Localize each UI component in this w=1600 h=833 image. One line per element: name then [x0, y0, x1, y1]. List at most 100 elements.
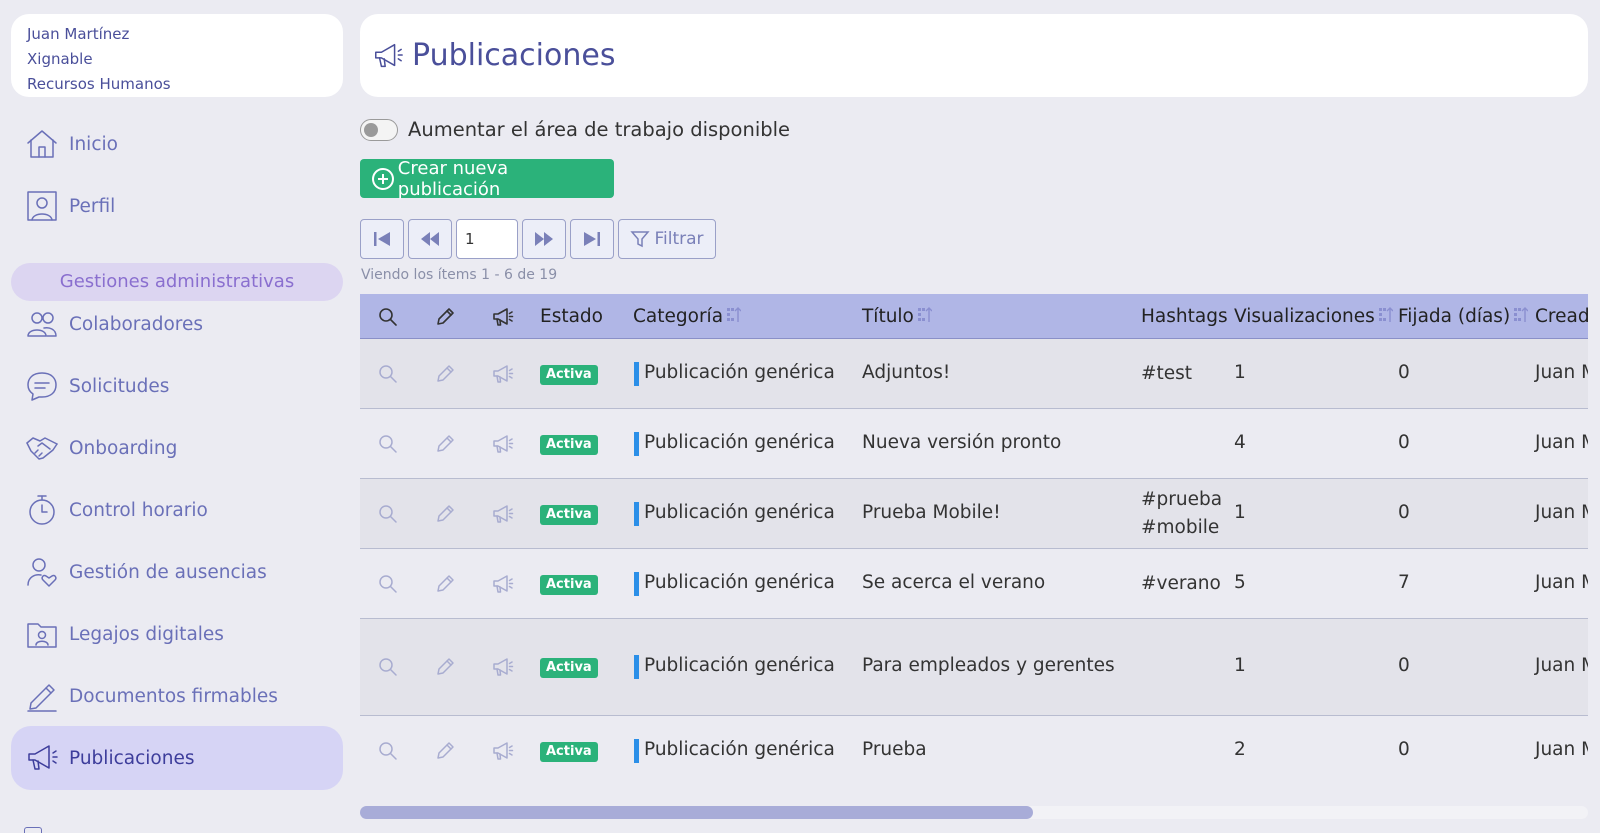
- megaphone-icon: [24, 740, 60, 776]
- cell-titulo: Nueva versión pronto: [862, 432, 1062, 453]
- megaphone-icon[interactable]: [492, 573, 514, 595]
- cell-fijada: 0: [1398, 739, 1410, 760]
- cell-titulo: Se acerca el verano: [862, 572, 1046, 593]
- stopwatch-icon: [24, 492, 60, 528]
- page-header: Publicaciones: [360, 14, 1588, 97]
- table-row[interactable]: Activa Publicación genérica Se acerca el…: [360, 549, 1588, 619]
- cell-creado: Juan M: [1535, 502, 1588, 523]
- view-icon[interactable]: [377, 573, 399, 595]
- cell-creado: Juan M: [1535, 655, 1588, 676]
- column-categoria[interactable]: Categoría: [633, 294, 742, 339]
- profile-icon: [24, 188, 60, 224]
- sidebar-item-label: Legajos digitales: [69, 623, 224, 645]
- table-row[interactable]: Activa Publicación genérica Nueva versió…: [360, 409, 1588, 479]
- folder-user-icon: [24, 616, 60, 652]
- sidebar-item-onboarding[interactable]: Onboarding: [11, 422, 343, 474]
- edit-icon[interactable]: [434, 433, 456, 455]
- next-page-button[interactable]: [522, 219, 566, 259]
- edit-column-icon: [434, 306, 456, 328]
- user-department: Recursos Humanos: [27, 75, 171, 93]
- edit-icon[interactable]: [434, 503, 456, 525]
- cell-creado: Juan M: [1535, 572, 1588, 593]
- filter-button[interactable]: Filtrar: [618, 219, 716, 259]
- sidebar-item-colaboradores[interactable]: Colaboradores: [11, 298, 343, 350]
- sidebar-item-solicitudes[interactable]: Solicitudes: [11, 360, 343, 412]
- sidebar-item-perfil[interactable]: Perfil: [11, 180, 343, 232]
- sidebar-item-gestion-ausencias[interactable]: Gestión de ausencias: [11, 546, 343, 598]
- cell-visualizaciones: 1: [1234, 655, 1246, 676]
- status-badge: Activa: [540, 742, 598, 762]
- edit-icon[interactable]: [434, 656, 456, 678]
- column-creado[interactable]: Cread: [1535, 294, 1588, 339]
- first-page-button[interactable]: [360, 219, 404, 259]
- edit-icon[interactable]: [434, 573, 456, 595]
- table-row[interactable]: Activa Publicación genérica Prueba 2 0 J…: [360, 716, 1588, 786]
- scrollbar-thumb[interactable]: [360, 806, 1033, 819]
- view-icon[interactable]: [377, 363, 399, 385]
- sidebar-item-label: Onboarding: [69, 437, 178, 459]
- column-titulo-label: Título: [862, 306, 914, 327]
- megaphone-icon[interactable]: [492, 740, 514, 762]
- megaphone-icon: [375, 43, 403, 67]
- table-row[interactable]: Activa Publicación genérica Prueba Mobil…: [360, 479, 1588, 549]
- workspace-toggle[interactable]: [360, 118, 398, 141]
- column-estado[interactable]: Estado: [540, 294, 603, 339]
- view-icon[interactable]: [377, 503, 399, 525]
- cell-fijada: 0: [1398, 362, 1410, 383]
- fast-forward-icon: [535, 232, 553, 246]
- handshake-icon: [24, 430, 60, 466]
- edit-icon[interactable]: [434, 363, 456, 385]
- first-page-icon: [374, 232, 390, 246]
- cell-visualizaciones: 4: [1234, 432, 1246, 453]
- view-icon[interactable]: [377, 433, 399, 455]
- megaphone-icon[interactable]: [492, 363, 514, 385]
- category-color-bar: [634, 362, 639, 386]
- page-number-input[interactable]: [456, 219, 518, 259]
- user-heart-icon: [24, 554, 60, 590]
- sidebar-item-documentos[interactable]: Documentos firmables: [11, 670, 343, 722]
- user-card: Juan Martínez Xignable Recursos Humanos: [11, 14, 343, 97]
- column-categoria-label: Categoría: [633, 306, 724, 327]
- view-icon[interactable]: [377, 656, 399, 678]
- status-badge: Activa: [540, 575, 598, 595]
- sidebar-item-control-horario[interactable]: Control horario: [11, 484, 343, 536]
- prev-page-button[interactable]: [408, 219, 452, 259]
- cell-fijada: 0: [1398, 502, 1410, 523]
- view-icon[interactable]: [377, 740, 399, 762]
- sidebar-item-inicio[interactable]: Inicio: [11, 118, 343, 170]
- column-visualizaciones[interactable]: Visualizaciones: [1234, 294, 1393, 339]
- column-titulo[interactable]: Título: [862, 294, 932, 339]
- table-header: Estado Categoría Título Hashtags Visuali…: [360, 294, 1588, 339]
- megaphone-icon[interactable]: [492, 656, 514, 678]
- workspace-toggle-row: Aumentar el área de trabajo disponible: [360, 118, 790, 141]
- edit-icon[interactable]: [434, 740, 456, 762]
- workspace-toggle-label: Aumentar el área de trabajo disponible: [408, 118, 791, 141]
- category-color-bar: [634, 502, 639, 526]
- table-row[interactable]: Activa Publicación genérica Adjuntos! #t…: [360, 339, 1588, 409]
- cell-titulo: Prueba Mobile!: [862, 502, 1001, 523]
- sidebar-next-item-icon: [24, 827, 42, 833]
- megaphone-icon[interactable]: [492, 503, 514, 525]
- column-hashtags[interactable]: Hashtags: [1141, 294, 1228, 339]
- last-page-button[interactable]: [570, 219, 614, 259]
- create-publication-label: Crear nueva publicación: [397, 157, 509, 200]
- create-publication-button[interactable]: Crear nueva publicación: [360, 157, 614, 200]
- sidebar-item-publicaciones[interactable]: Publicaciones: [11, 726, 343, 790]
- horizontal-scrollbar[interactable]: [360, 806, 1588, 819]
- chat-icon: [24, 368, 60, 404]
- sidebar-item-label: Inicio: [69, 133, 118, 155]
- megaphone-icon[interactable]: [492, 433, 514, 455]
- cell-visualizaciones: 5: [1234, 572, 1246, 593]
- column-fijada[interactable]: Fijada (días): [1398, 294, 1529, 339]
- category-color-bar: [634, 572, 639, 596]
- last-page-icon: [584, 232, 600, 246]
- cell-visualizaciones: 1: [1234, 362, 1246, 383]
- cell-hashtags: #test: [1141, 360, 1192, 388]
- sort-icon: [727, 307, 742, 322]
- cell-categoria: Publicación genérica: [644, 572, 835, 593]
- cell-categoria: Publicación genérica: [644, 739, 835, 760]
- sidebar-item-label: Perfil: [69, 195, 116, 217]
- sidebar-item-legajos[interactable]: Legajos digitales: [11, 608, 343, 660]
- table-row[interactable]: Activa Publicación genérica Para emplead…: [360, 619, 1588, 716]
- cell-titulo: Prueba: [862, 739, 927, 760]
